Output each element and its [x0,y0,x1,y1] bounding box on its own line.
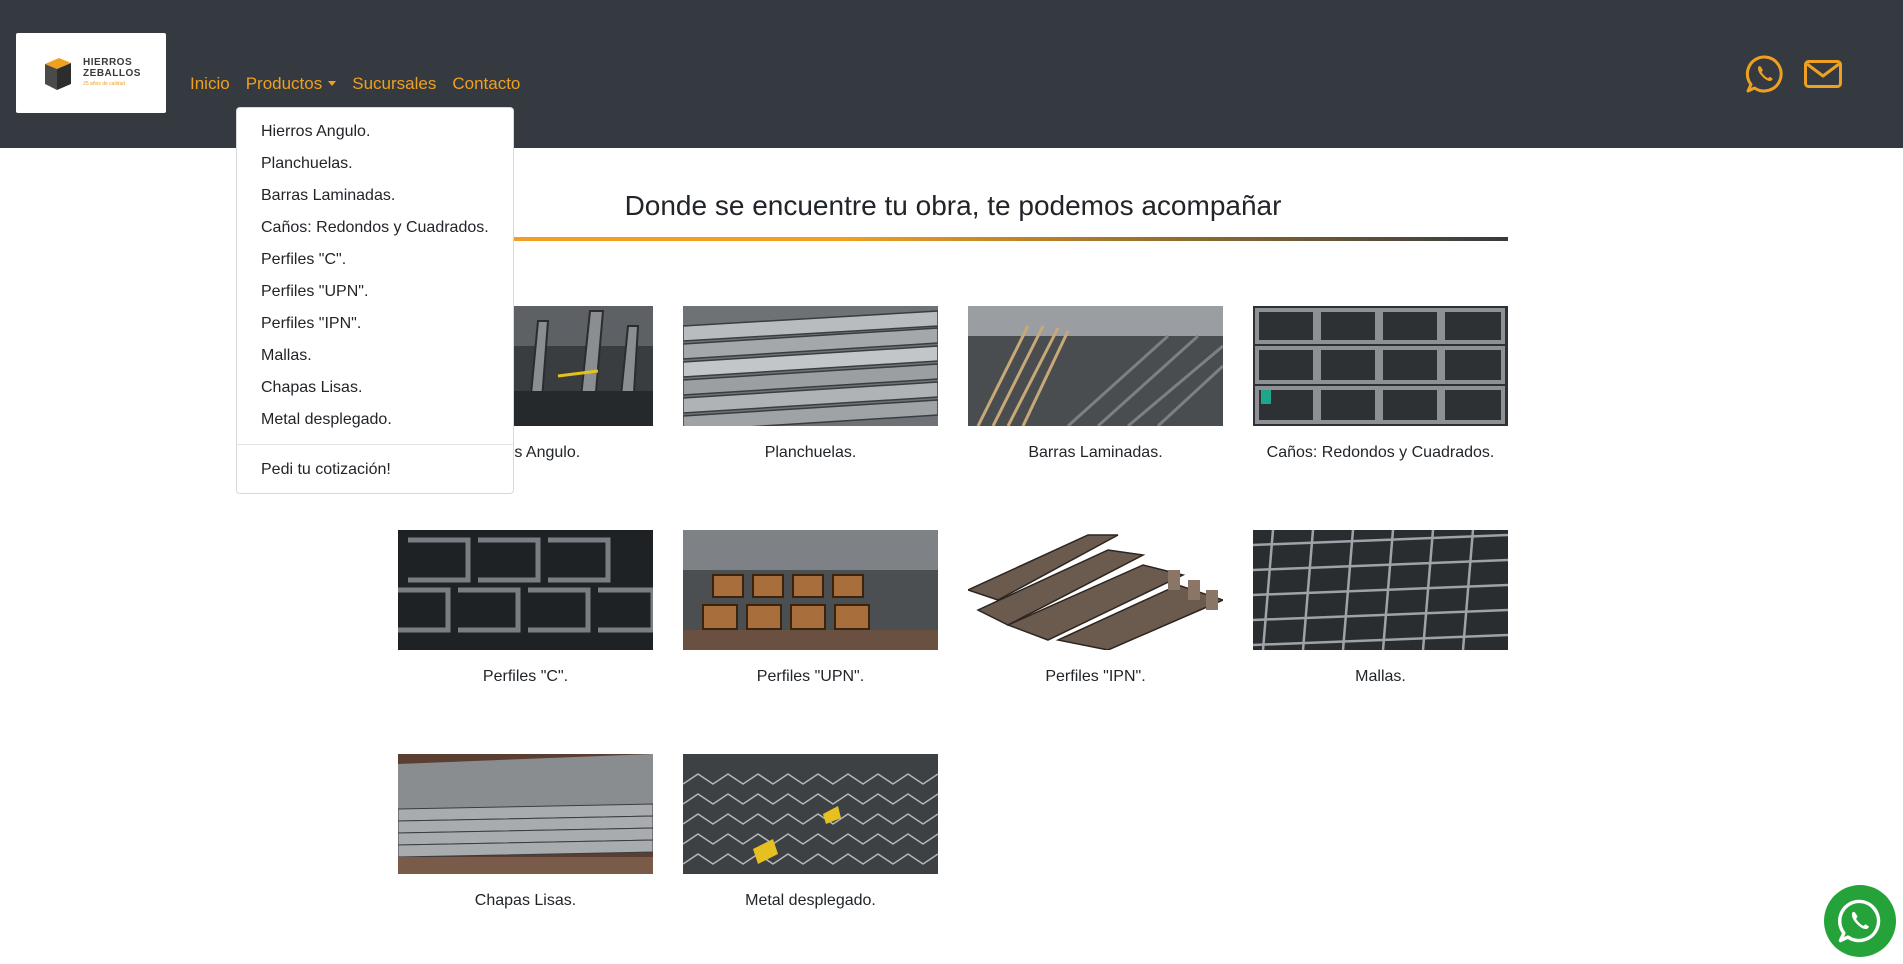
product-caption[interactable]: Planchuelas. [683,444,938,462]
dropdown-item-chapas-lisas[interactable]: Chapas Lisas. [237,372,513,404]
main-nav: Inicio Productos Sucursales Contacto [190,74,528,94]
dropdown-item-barras-laminadas[interactable]: Barras Laminadas. [237,180,513,212]
product-card-perfiles-c[interactable]: Perfiles "C". [398,530,653,686]
dropdown-item-cotizacion[interactable]: Pedi tu cotización! [237,454,513,486]
product-image-mallas[interactable] [1253,530,1508,650]
logo-line1: HIERROS [83,56,133,68]
section-title: Donde se encuentre tu obra, te podemos a… [624,190,1282,221]
nav-sucursales[interactable]: Sucursales [344,74,444,94]
logo-line2: ZEBALLOS [83,67,141,79]
productos-dropdown: Hierros Angulo. Planchuelas. Barras Lami… [236,107,514,494]
logo[interactable]: HIERROS ZEBALLOS 25 años de calidad [16,33,166,113]
product-image-perfiles-ipn[interactable] [968,530,1223,650]
product-caption[interactable]: Barras Laminadas. [968,444,1223,462]
product-image-planchuelas[interactable] [683,306,938,426]
product-caption[interactable]: Caños: Redondos y Cuadrados. [1253,444,1508,462]
logo-text: HIERROS ZEBALLOS 25 años de calidad [83,57,141,90]
logo-tagline: 25 años de calidad [83,80,126,87]
nav-productos[interactable]: Productos [238,74,345,94]
product-image-canos[interactable] [1253,306,1508,426]
caret-down-icon [328,81,337,86]
product-card-perfiles-upn[interactable]: Perfiles "UPN". [683,530,938,686]
dropdown-item-mallas[interactable]: Mallas. [237,340,513,372]
product-card-chapas-lisas[interactable]: Chapas Lisas. [398,754,653,910]
nav-contacto[interactable]: Contacto [444,74,528,94]
dropdown-item-perfiles-c[interactable]: Perfiles "C". [237,244,513,276]
title-underline [398,237,1508,241]
whatsapp-icon[interactable] [1745,54,1785,94]
dropdown-item-metal-desplegado[interactable]: Metal desplegado. [237,404,513,436]
dropdown-item-hierros-angulo[interactable]: Hierros Angulo. [237,116,513,148]
logo-cube-icon [45,58,72,90]
whatsapp-float-button[interactable] [1824,885,1896,957]
product-image-perfiles-upn[interactable] [683,530,938,650]
product-image-perfiles-c[interactable] [398,530,653,650]
product-caption[interactable]: Metal desplegado. [683,892,938,910]
dropdown-item-canos[interactable]: Caños: Redondos y Cuadrados. [237,212,513,244]
envelope-icon[interactable] [1803,54,1843,94]
dropdown-item-perfiles-upn[interactable]: Perfiles "UPN". [237,276,513,308]
product-card-planchuelas[interactable]: Planchuelas. [683,306,938,462]
whatsapp-icon [1838,899,1881,943]
product-card-canos[interactable]: Caños: Redondos y Cuadrados. [1253,306,1508,462]
product-caption[interactable]: Perfiles "IPN". [968,668,1223,686]
product-caption[interactable]: Perfiles "C". [398,668,653,686]
nav-productos-label: Productos [245,74,323,93]
dropdown-divider [237,444,513,445]
dropdown-item-perfiles-ipn[interactable]: Perfiles "IPN". [237,308,513,340]
product-caption[interactable]: Mallas. [1253,668,1508,686]
product-caption[interactable]: Chapas Lisas. [398,892,653,910]
product-image-chapas-lisas[interactable] [398,754,653,874]
dropdown-item-planchuelas[interactable]: Planchuelas. [237,148,513,180]
nav-inicio[interactable]: Inicio [190,74,238,94]
product-card-perfiles-ipn[interactable]: Perfiles "IPN". [968,530,1223,686]
product-card-barras-laminadas[interactable]: Barras Laminadas. [968,306,1223,462]
product-card-metal-desplegado[interactable]: Metal desplegado. [683,754,938,910]
nav-icons [1745,54,1843,94]
product-image-barras-laminadas[interactable] [968,306,1223,426]
product-image-metal-desplegado[interactable] [683,754,938,874]
product-caption[interactable]: Perfiles "UPN". [683,668,938,686]
product-card-mallas[interactable]: Mallas. [1253,530,1508,686]
